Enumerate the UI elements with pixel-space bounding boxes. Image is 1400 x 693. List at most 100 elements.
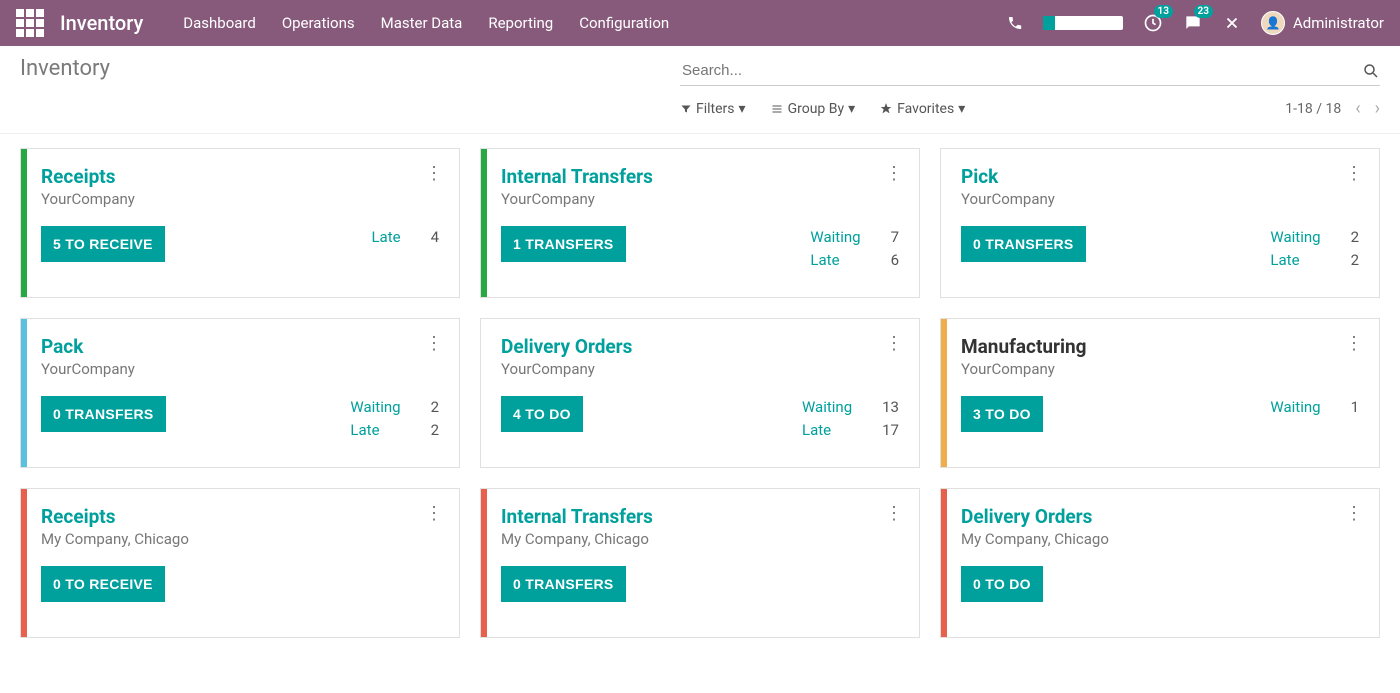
card-title[interactable]: Internal Transfers	[501, 505, 899, 528]
favorites-dropdown[interactable]: Favorites ▾	[879, 101, 965, 117]
card-action-button[interactable]: 5 To Receive	[41, 226, 165, 262]
activities-icon[interactable]: 13	[1143, 13, 1163, 33]
card-stats: Late4	[371, 226, 439, 249]
stat-label[interactable]: Waiting	[810, 226, 860, 249]
search-icon[interactable]	[1362, 62, 1380, 80]
card-delivery-orders: ⋮Delivery Orders YourCompany 4 To Do Waitin…	[480, 318, 920, 468]
card-company: My Company, Chicago	[41, 530, 439, 548]
card-title[interactable]: Pick	[961, 165, 1359, 188]
stat-value: 2	[431, 396, 439, 419]
card-row: 0 TransfersWaitingLate22	[41, 396, 439, 441]
card-row: 3 To Do Waiting 1	[961, 396, 1359, 432]
activities-badge: 13	[1154, 5, 1173, 18]
stat-value: 7	[891, 226, 899, 249]
stat-label[interactable]: Waiting	[350, 396, 400, 419]
card-title[interactable]: Delivery Orders	[501, 335, 899, 358]
card-title[interactable]: Delivery Orders	[961, 505, 1359, 528]
progress-bar[interactable]	[1043, 16, 1123, 30]
card-pick: ⋮Pick YourCompany 0 Transfers WaitingLate 22	[940, 148, 1380, 298]
caret-down-icon: ▾	[848, 101, 855, 117]
card-internal-transfers: ⋮Internal TransfersMy Company, Chicago0 …	[480, 488, 920, 638]
stat-value: 13	[882, 396, 899, 419]
card-menu-icon[interactable]: ⋮	[1345, 503, 1363, 524]
tools-icon[interactable]	[1223, 14, 1241, 32]
stat-label[interactable]: Waiting	[1270, 396, 1320, 419]
card-row: 4 To DoWaitingLate1317	[501, 396, 899, 441]
caret-down-icon: ▾	[739, 101, 746, 117]
nav-reporting[interactable]: Reporting	[488, 14, 553, 32]
stat-label[interactable]: Late	[810, 249, 860, 272]
card-action-button[interactable]: 0 To Receive	[41, 566, 165, 602]
card-internal-transfers: ⋮Internal Transfers YourCompany 1 Transfer…	[480, 148, 920, 298]
nav-configuration[interactable]: Configuration	[579, 14, 669, 32]
card-company: YourCompany	[961, 190, 1359, 208]
card-manufacturing: ⋮ManufacturingYourCompany3 To DoWaiting1	[940, 318, 1380, 468]
card-menu-icon[interactable]: ⋮	[885, 333, 903, 354]
stat-label[interactable]: Late	[350, 419, 400, 442]
card-row: 0 To Receive	[41, 566, 439, 602]
topbar-icons: 13 23 👤 Administrator	[1007, 11, 1384, 35]
phone-icon[interactable]	[1007, 15, 1023, 31]
discuss-badge: 23	[1194, 5, 1213, 18]
stat-label[interactable]: Waiting	[802, 396, 852, 419]
card-title[interactable]: Internal Transfers	[501, 165, 899, 188]
card-stripe	[941, 489, 947, 637]
card-stripe	[21, 489, 27, 637]
stat-value: 2	[1351, 249, 1359, 272]
card-action-button[interactable]: 0 Transfers	[41, 396, 166, 432]
card-stripe	[481, 489, 487, 637]
discuss-icon[interactable]: 23	[1183, 13, 1203, 33]
card-menu-icon[interactable]: ⋮	[1345, 333, 1363, 354]
card-title[interactable]: Receipts	[41, 505, 439, 528]
stat-label[interactable]: Late	[371, 226, 400, 249]
card-menu-icon[interactable]: ⋮	[885, 503, 903, 524]
card-action-button[interactable]: 0 To Do	[961, 566, 1043, 602]
search-box	[680, 56, 1380, 86]
card-stripe	[481, 319, 487, 467]
filters-dropdown[interactable]: Filters ▾	[680, 101, 746, 117]
card-menu-icon[interactable]: ⋮	[425, 163, 443, 184]
page-title: Inventory	[20, 56, 110, 81]
card-menu-icon[interactable]: ⋮	[425, 503, 443, 524]
pager-prev[interactable]: ‹	[1355, 98, 1360, 119]
card-menu-icon[interactable]: ⋮	[1345, 163, 1363, 184]
search-input[interactable]	[680, 58, 1362, 83]
user-name: Administrator	[1293, 14, 1384, 32]
cards-grid: ⋮ReceiptsYourCompany5 To ReceiveLate4⋮In…	[20, 148, 1380, 638]
pager-next[interactable]: ›	[1375, 98, 1380, 119]
user-menu[interactable]: 👤 Administrator	[1261, 11, 1384, 35]
nav-master-data[interactable]: Master Data	[381, 14, 463, 32]
stat-label[interactable]: Waiting	[1270, 226, 1320, 249]
card-stripe	[941, 149, 947, 297]
card-company: YourCompany	[501, 190, 899, 208]
card-stats: WaitingLate76	[810, 226, 899, 271]
subheader: Inventory Filters ▾ Group By ▾ Favorites…	[0, 46, 1400, 125]
content: ⋮ReceiptsYourCompany5 To ReceiveLate4⋮In…	[0, 133, 1400, 652]
card-action-button[interactable]: 0 Transfers	[961, 226, 1086, 262]
card-company: YourCompany	[501, 360, 899, 378]
stat-value: 1	[1351, 396, 1359, 419]
stat-label[interactable]: Late	[1270, 249, 1320, 272]
caret-down-icon: ▾	[958, 101, 965, 117]
card-action-button[interactable]: 1 Transfers	[501, 226, 626, 262]
card-menu-icon[interactable]: ⋮	[885, 163, 903, 184]
nav-dashboard[interactable]: Dashboard	[183, 14, 256, 32]
stat-value: 2	[1351, 226, 1359, 249]
card-action-button[interactable]: 3 To Do	[961, 396, 1043, 432]
card-delivery-orders: ⋮Delivery OrdersMy Company, Chicago0 To …	[940, 488, 1380, 638]
card-stripe	[481, 149, 487, 297]
card-stats: WaitingLate1317	[802, 396, 899, 441]
stat-label[interactable]: Late	[802, 419, 852, 442]
card-company: YourCompany	[41, 360, 439, 378]
groupby-dropdown[interactable]: Group By ▾	[770, 101, 856, 117]
card-action-button[interactable]: 0 Transfers	[501, 566, 626, 602]
card-title[interactable]: Receipts	[41, 165, 439, 188]
card-stripe	[21, 149, 27, 297]
card-title[interactable]: Pack	[41, 335, 439, 358]
card-action-button[interactable]: 4 To Do	[501, 396, 583, 432]
card-title[interactable]: Manufacturing	[961, 335, 1359, 358]
card-stats: Waiting 1	[1270, 396, 1359, 419]
apps-menu-icon[interactable]	[16, 9, 44, 37]
nav-operations[interactable]: Operations	[282, 14, 355, 32]
card-menu-icon[interactable]: ⋮	[425, 333, 443, 354]
